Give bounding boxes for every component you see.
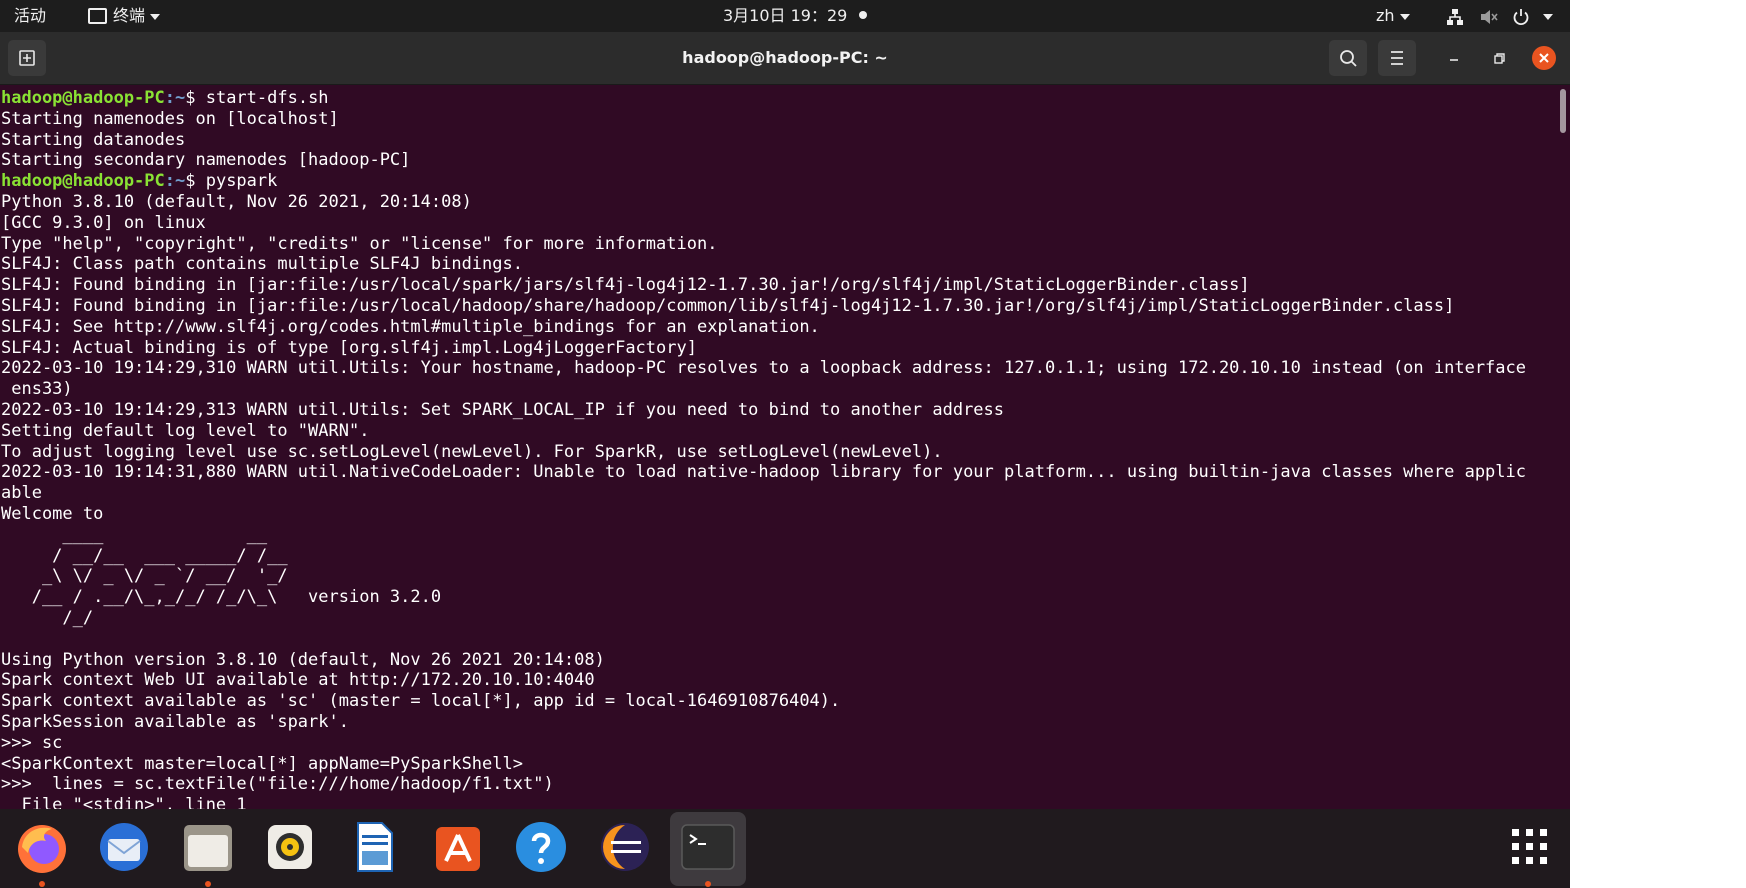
network-icon xyxy=(1447,8,1463,25)
software-icon[interactable] xyxy=(428,817,488,877)
running-indicator xyxy=(205,881,211,887)
app-menu-terminal[interactable]: 终端 xyxy=(88,0,161,32)
command-pyspark: $ pyspark xyxy=(185,171,278,192)
screen: 活动 终端 3月10日 19：29 zh hadoop@hadoop-PC: ~… xyxy=(0,0,1746,888)
firefox-icon[interactable] xyxy=(12,817,72,877)
output-pyspark: Python 3.8.10 (default, Nov 26 2021, 20:… xyxy=(1,191,1526,809)
minimize-button[interactable] xyxy=(1442,46,1466,70)
clock[interactable]: 3月10日 19：29 xyxy=(723,0,868,32)
terminal-view[interactable]: hadoop@hadoop-PC:~$ start-dfs.sh Startin… xyxy=(0,85,1570,809)
search-button[interactable] xyxy=(1329,40,1367,76)
prompt-path: :~ xyxy=(164,171,186,192)
running-indicator xyxy=(39,881,45,887)
rhythmbox-icon[interactable] xyxy=(260,817,320,877)
files-icon[interactable] xyxy=(178,817,238,877)
eclipse-icon[interactable] xyxy=(595,817,655,877)
activities-button[interactable]: 活动 xyxy=(14,0,46,32)
scrollbar[interactable] xyxy=(1560,89,1566,133)
terminal-icon[interactable] xyxy=(678,817,738,877)
datetime-label: 3月10日 19：29 xyxy=(723,6,848,25)
help-icon[interactable] xyxy=(511,817,571,877)
prompt-path: :~ xyxy=(164,88,186,108)
show-applications-icon[interactable] xyxy=(1500,817,1560,877)
prompt-user-host: hadoop@hadoop-PC xyxy=(1,88,165,108)
running-indicator xyxy=(705,881,711,887)
menu-button[interactable] xyxy=(1378,40,1416,76)
thunderbird-icon[interactable] xyxy=(94,817,154,877)
prompt-user-host: hadoop@hadoop-PC xyxy=(1,171,165,192)
dock xyxy=(0,809,1570,888)
chevron-down-icon xyxy=(150,13,161,20)
top-bar: 活动 终端 3月10日 19：29 zh xyxy=(0,0,1570,32)
minimize-icon xyxy=(1450,59,1458,61)
maximize-button[interactable] xyxy=(1487,46,1511,70)
window-titlebar[interactable]: hadoop@hadoop-PC: ~ xyxy=(0,32,1570,85)
notification-dot-icon xyxy=(859,10,868,19)
system-menu[interactable] xyxy=(1446,0,1554,32)
writer-icon[interactable] xyxy=(344,817,404,877)
search-icon xyxy=(1340,50,1357,67)
restore-icon xyxy=(1494,53,1505,64)
hamburger-menu-icon xyxy=(1391,51,1403,65)
input-method-menu[interactable]: zh xyxy=(1376,0,1410,32)
desktop-background xyxy=(1570,0,1746,888)
volume-muted-icon xyxy=(1481,9,1498,24)
close-button[interactable] xyxy=(1532,46,1556,70)
close-icon xyxy=(1539,53,1549,63)
terminal-small-icon xyxy=(88,7,107,24)
terminal-output[interactable]: hadoop@hadoop-PC:~$ start-dfs.sh Startin… xyxy=(1,88,1526,809)
input-method-label: zh xyxy=(1376,6,1395,25)
chevron-down-icon xyxy=(1543,13,1554,20)
command-start-dfs: $ start-dfs.sh xyxy=(185,88,329,108)
chevron-down-icon xyxy=(1399,13,1410,20)
output-start-dfs: Starting namenodes on [localhost] Starti… xyxy=(1,108,411,171)
app-menu-label: 终端 xyxy=(113,6,146,25)
power-icon xyxy=(1513,8,1529,25)
